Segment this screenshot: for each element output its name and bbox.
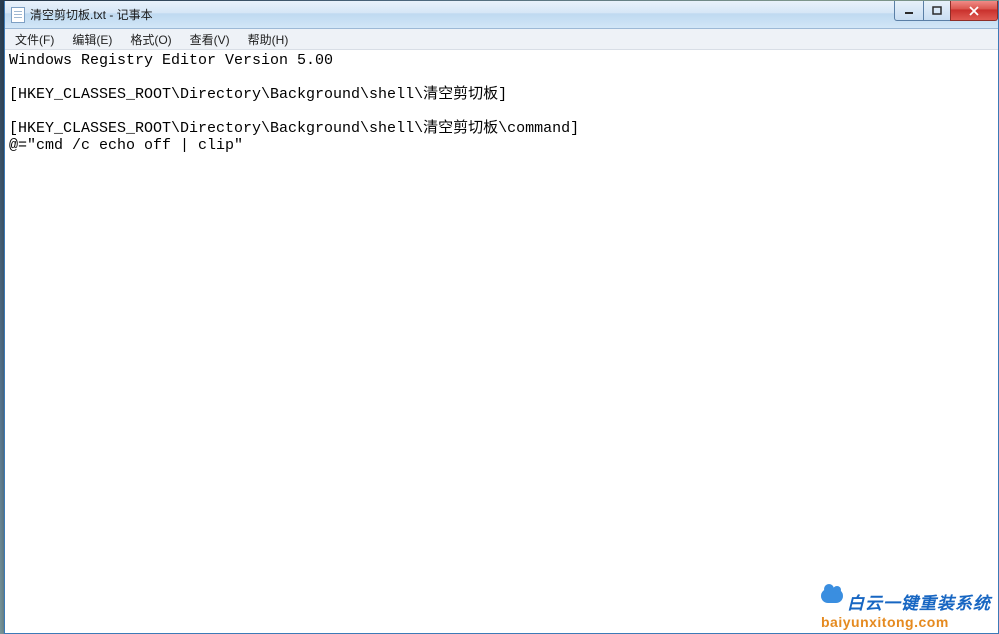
titlebar[interactable]: 清空剪切板.txt - 记事本 — [5, 1, 998, 29]
close-icon — [968, 6, 980, 16]
document-icon — [11, 7, 25, 23]
maximize-button[interactable] — [923, 1, 951, 21]
menu-view[interactable]: 查看(V) — [184, 30, 236, 49]
notepad-window: 清空剪切板.txt - 记事本 文件(F) 编辑(E) 格式(O) 查看(V) … — [4, 1, 999, 634]
menu-file[interactable]: 文件(F) — [9, 30, 60, 49]
window-controls — [895, 1, 998, 21]
menu-format[interactable]: 格式(O) — [124, 30, 177, 49]
window-title: 清空剪切板.txt - 记事本 — [30, 6, 153, 23]
minimize-button[interactable] — [894, 1, 924, 21]
menu-edit[interactable]: 编辑(E) — [66, 30, 118, 49]
menubar: 文件(F) 编辑(E) 格式(O) 查看(V) 帮助(H) — [5, 29, 998, 50]
menu-help[interactable]: 帮助(H) — [242, 30, 295, 49]
close-button[interactable] — [950, 1, 998, 21]
minimize-icon — [904, 6, 914, 16]
maximize-icon — [932, 6, 942, 16]
text-editor[interactable]: Windows Registry Editor Version 5.00 [HK… — [5, 50, 998, 633]
